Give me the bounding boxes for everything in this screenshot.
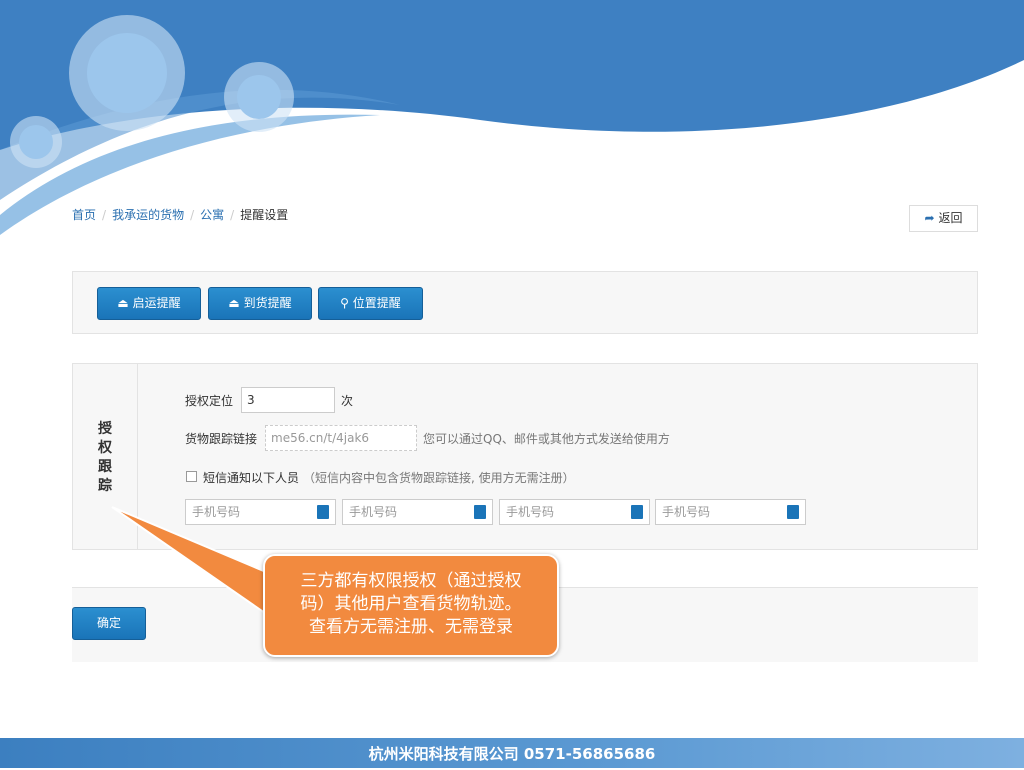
location-reminder-button[interactable]: ⚲ 位置提醒 xyxy=(318,287,423,320)
breadcrumb-my-goods[interactable]: 我承运的货物 xyxy=(112,208,184,222)
confirm-button[interactable]: 确定 xyxy=(72,607,146,640)
link-label: 货物跟踪链接 xyxy=(185,432,258,446)
departure-reminder-button[interactable]: ⏏ 启运提醒 xyxy=(97,287,201,320)
reminder-toolbar: ⏏ 启运提醒 ⏏ 到货提醒 ⚲ 位置提醒 xyxy=(72,271,978,334)
header-banner xyxy=(0,0,1024,235)
breadcrumb-current: 提醒设置 xyxy=(240,208,289,222)
section-title: 授权跟踪 xyxy=(73,364,138,549)
phone-input-3[interactable]: 手机号码 xyxy=(499,499,650,525)
button-label: 位置提醒 xyxy=(352,296,401,310)
auth-tracking-panel: 授权跟踪 授权定位 3 次 货物跟踪链接 me56.cn/t/4jak6 您可以… xyxy=(72,363,978,550)
phonebook-icon[interactable] xyxy=(474,505,486,519)
breadcrumb-apartment[interactable]: 公寓 xyxy=(200,208,224,222)
breadcrumb: 首页 / 我承运的货物 / 公寓 / 提醒设置 xyxy=(72,208,289,222)
back-button[interactable]: ➦ 返回 xyxy=(909,205,978,232)
phone-input-4[interactable]: 手机号码 xyxy=(655,499,806,525)
sms-hint: （短信内容中包含货物跟踪链接, 使用方无需注册） xyxy=(303,471,575,485)
arrival-reminder-button[interactable]: ⏏ 到货提醒 xyxy=(208,287,312,320)
sms-checkbox[interactable] xyxy=(186,471,197,482)
share-arrow-icon: ➦ xyxy=(924,211,935,225)
map-marker-icon: ⚲ xyxy=(340,296,349,310)
back-label: 返回 xyxy=(938,211,963,225)
upload-icon: ⏏ xyxy=(117,296,129,310)
auth-unit: 次 xyxy=(341,394,354,408)
breadcrumb-home[interactable]: 首页 xyxy=(72,208,96,222)
phonebook-icon[interactable] xyxy=(317,505,329,519)
auth-count-input[interactable]: 3 xyxy=(241,387,335,413)
upload-icon: ⏏ xyxy=(228,296,240,310)
button-label: 到货提醒 xyxy=(243,296,292,310)
button-label: 启运提醒 xyxy=(132,296,181,310)
phone-input-1[interactable]: 手机号码 xyxy=(185,499,336,525)
link-hint: 您可以通过QQ、邮件或其他方式发送给使用方 xyxy=(423,432,670,446)
phonebook-icon[interactable] xyxy=(787,505,799,519)
sms-label: 短信通知以下人员 xyxy=(203,471,300,485)
phone-input-2[interactable]: 手机号码 xyxy=(342,499,493,525)
auth-label: 授权定位 xyxy=(185,394,234,408)
footer: 杭州米阳科技有限公司 0571-56865686 xyxy=(0,738,1024,768)
tracking-link-field[interactable]: me56.cn/t/4jak6 xyxy=(265,425,417,451)
phonebook-icon[interactable] xyxy=(631,505,643,519)
annotation-callout: 三方都有权限授权（通过授权 码）其他用户查看货物轨迹。 查看方无需注册、无需登录 xyxy=(263,554,559,657)
